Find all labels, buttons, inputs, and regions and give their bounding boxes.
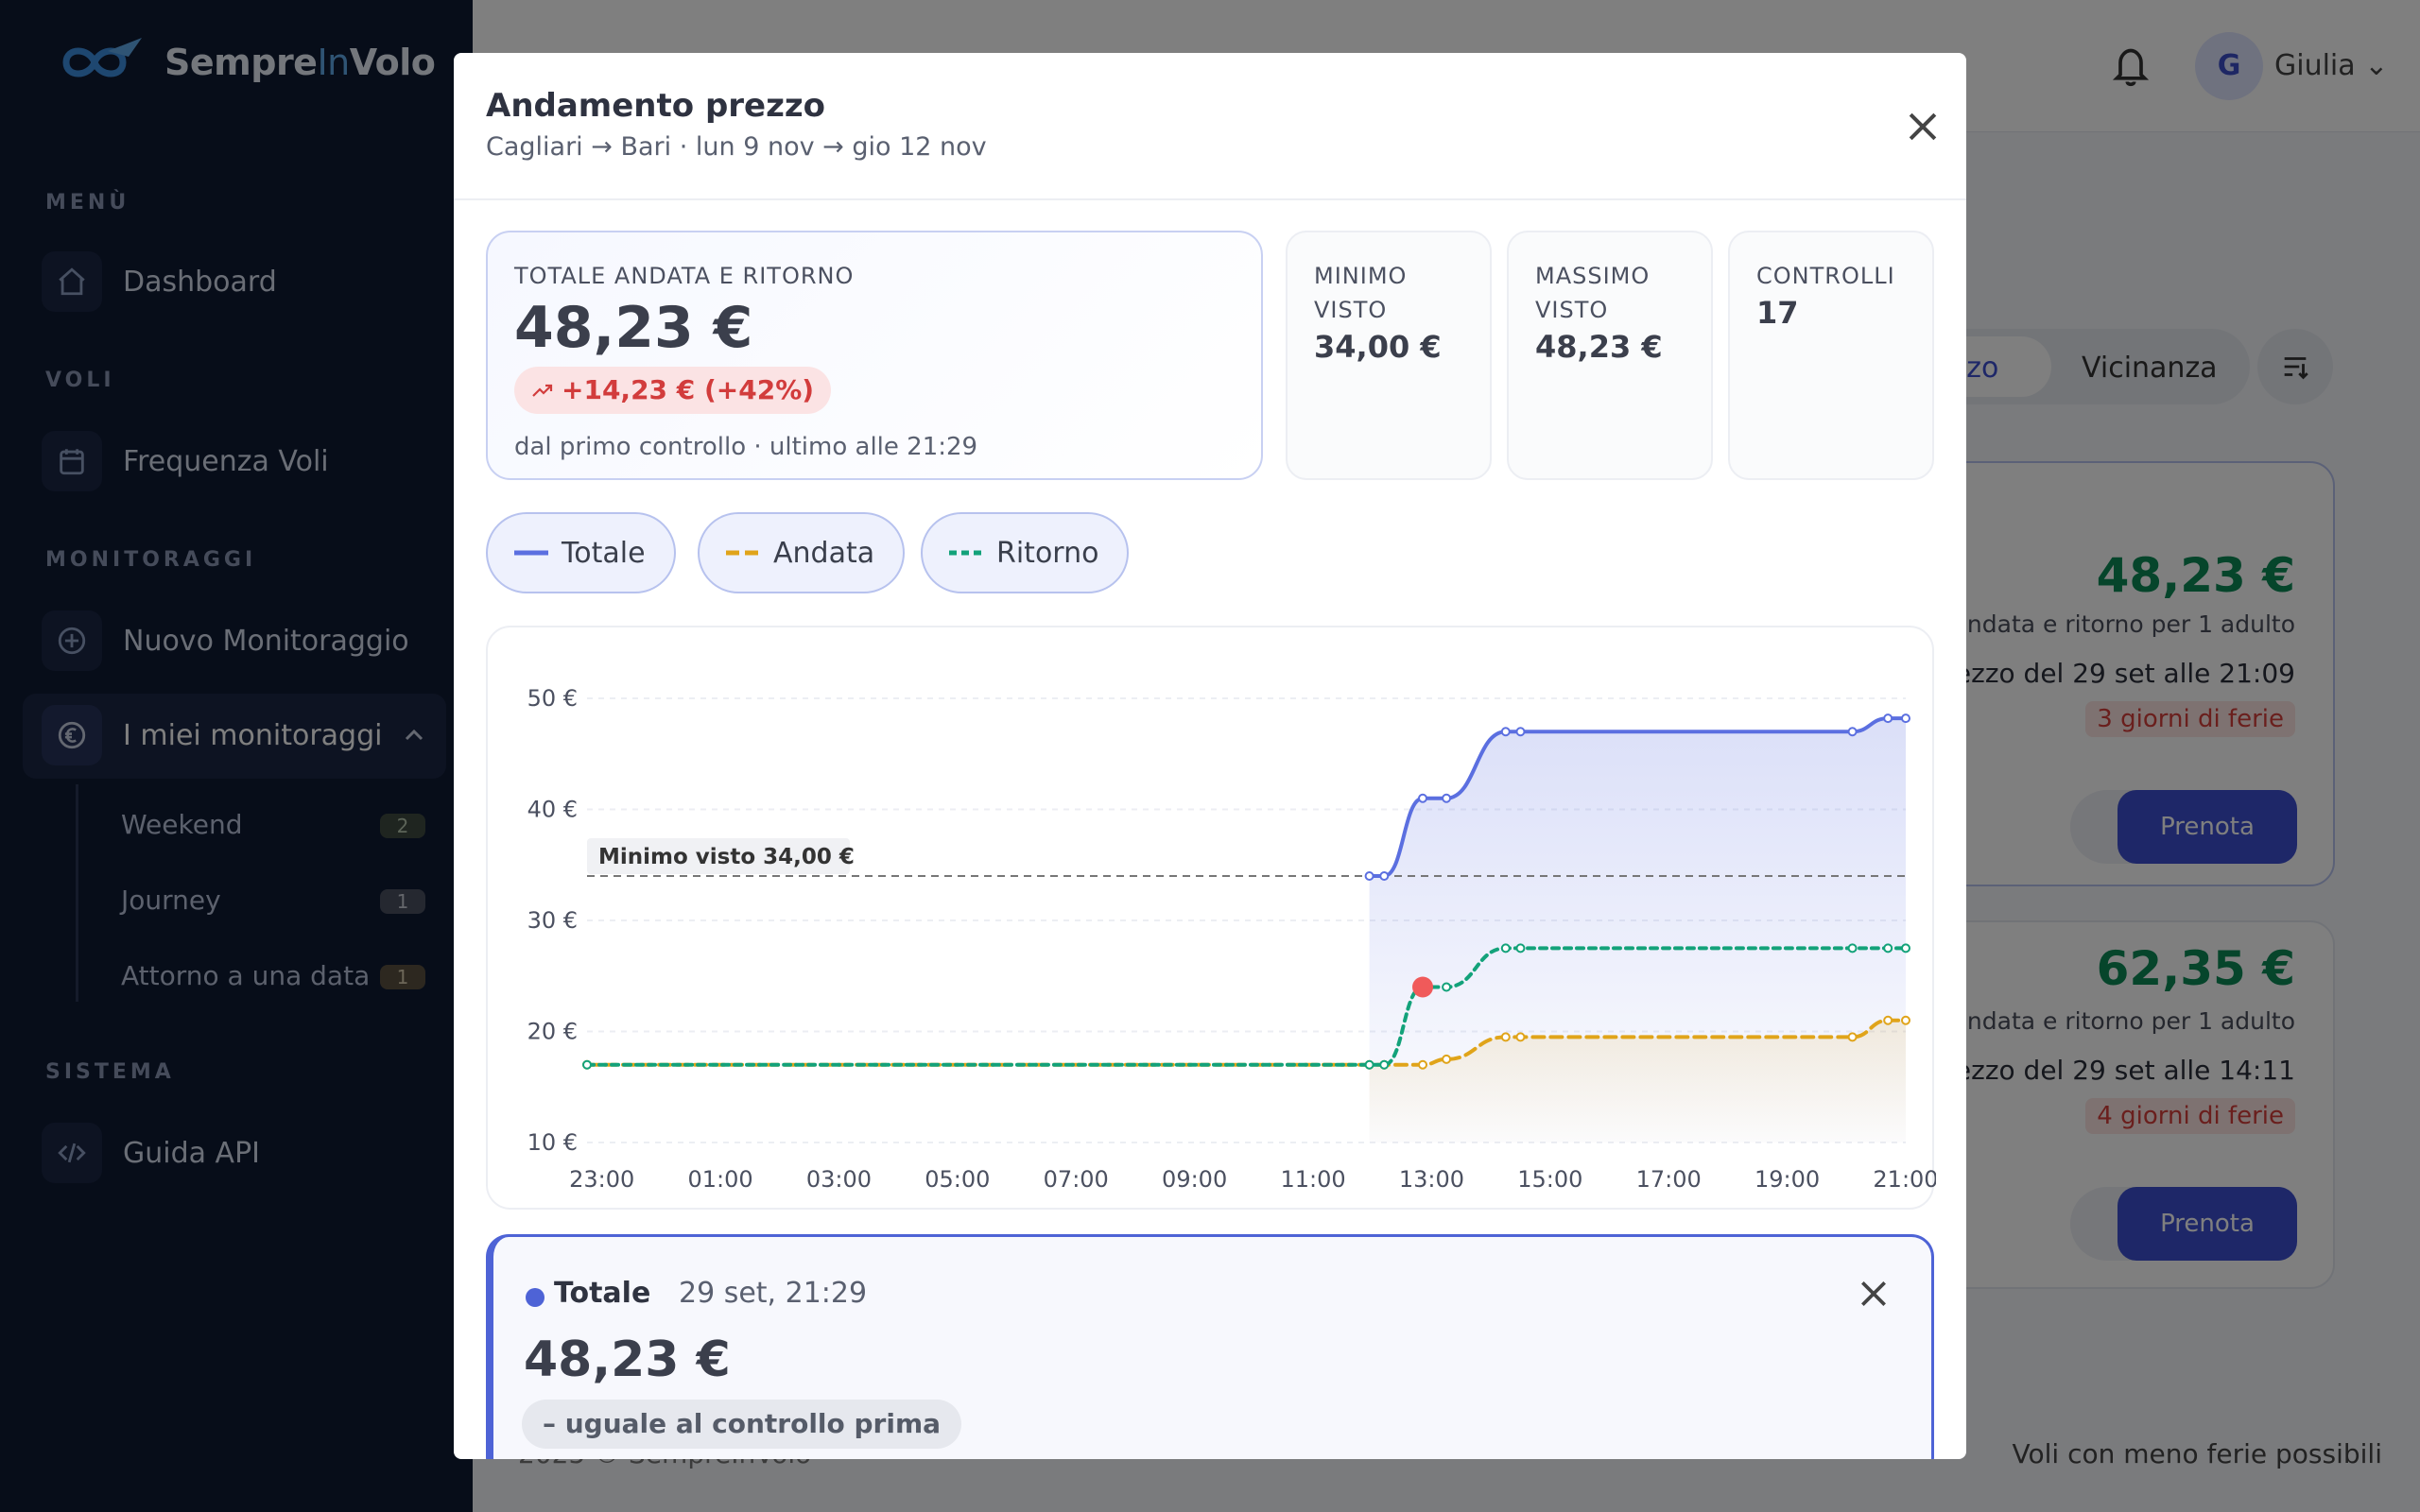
ritorno-point — [1901, 943, 1910, 954]
close-icon[interactable] — [1902, 106, 1944, 147]
x-tick-label: 17:00 — [1636, 1166, 1702, 1193]
tooltip-change-badge: – uguale al controllo prima — [522, 1400, 962, 1449]
x-tick-label: 09:00 — [1162, 1166, 1227, 1193]
y-tick-label: 50 € — [527, 685, 578, 712]
delta-badge: +14,23 € (+42%) — [514, 367, 832, 414]
solid-line-icon — [514, 550, 548, 556]
y-tick-label: 40 € — [527, 797, 578, 823]
tooltip-time: 29 set, 21:29 — [679, 1277, 868, 1310]
stat-min-value: 34,00 € — [1314, 329, 1442, 365]
highlighted-point — [1412, 976, 1434, 998]
dashed-line-icon — [726, 550, 760, 556]
ritorno-point — [1379, 1059, 1390, 1070]
andata-point — [1515, 1032, 1526, 1042]
stat-label: CONTROLLI — [1756, 263, 1895, 289]
legend-toggle-ritorno[interactable]: Ritorno — [921, 512, 1130, 593]
stat-checks: CONTROLLI 17 — [1728, 231, 1934, 480]
min-reference-label: Minimo visto 34,00 € — [598, 845, 855, 869]
x-tick-label: 01:00 — [687, 1166, 752, 1193]
totale-point — [1442, 793, 1452, 803]
legend-toggle-andata[interactable]: Andata — [698, 512, 906, 593]
close-icon[interactable] — [1855, 1275, 1893, 1313]
stat-max-value: 48,23 € — [1535, 329, 1663, 365]
ritorno-point — [1515, 943, 1526, 954]
totale-point — [1515, 727, 1526, 737]
stat-label: TOTALE ANDATA E RITORNO — [514, 263, 855, 289]
stat-total: TOTALE ANDATA E RITORNO 48,23 € +14,23 €… — [486, 231, 1263, 480]
legend-toggle-totale[interactable]: Totale — [486, 512, 676, 593]
x-tick-label: 07:00 — [1044, 1166, 1109, 1193]
price-trend-modal: Andamento prezzo Cagliari → Bari · lun 9… — [454, 53, 1966, 1459]
modal-title: Andamento prezzo — [486, 87, 826, 125]
stat-min: MINIMO VISTO 34,00 € — [1286, 231, 1492, 480]
y-tick-label: 10 € — [527, 1129, 578, 1156]
ritorno-point — [1442, 982, 1452, 992]
tooltip-price: 48,23 € — [524, 1332, 731, 1388]
modal-subtitle: Cagliari → Bari · lun 9 nov → gio 12 nov — [486, 132, 987, 162]
stat-checks-value: 17 — [1756, 295, 1799, 331]
stat-label: MASSIMO VISTO — [1535, 263, 1651, 323]
totale-point — [1847, 727, 1858, 737]
stat-since: dal primo controllo · ultimo alle 21:29 — [514, 433, 978, 461]
ritorno-point — [582, 1059, 592, 1070]
point-detail-card: Totale 29 set, 21:29 48,23 € – uguale al… — [486, 1234, 1934, 1459]
ritorno-point — [1500, 943, 1511, 954]
stat-label: MINIMO VISTO — [1314, 263, 1408, 323]
x-tick-label: 11:00 — [1280, 1166, 1345, 1193]
y-tick-label: 30 € — [527, 907, 578, 934]
ritorno-point — [1364, 1059, 1374, 1070]
x-tick-label: 03:00 — [806, 1166, 872, 1193]
y-tick-label: 20 € — [527, 1019, 578, 1045]
ritorno-point — [1883, 943, 1893, 954]
stat-max: MASSIMO VISTO 48,23 € — [1507, 231, 1713, 480]
x-tick-label: 21:00 — [1873, 1166, 1936, 1193]
x-tick-label: 19:00 — [1754, 1166, 1820, 1193]
totale-point — [1418, 793, 1428, 803]
andata-point — [1883, 1015, 1893, 1025]
andata-point — [1418, 1059, 1428, 1070]
totale-point — [1379, 871, 1390, 881]
andata-point — [1500, 1032, 1511, 1042]
trend-up-icon — [532, 384, 553, 397]
stat-total-value: 48,23 € — [514, 295, 753, 361]
x-tick-label: 13:00 — [1399, 1166, 1464, 1193]
series-dot — [526, 1288, 544, 1307]
totale-point — [1883, 713, 1893, 724]
price-chart[interactable]: 10 € 20 € 30 € 40 € 50 € 23:00 01:00 03:00 05:00… — [486, 626, 1939, 1210]
x-tick-label: 23:00 — [569, 1166, 634, 1193]
ritorno-point — [1847, 943, 1858, 954]
tooltip-series: Totale — [554, 1277, 651, 1310]
andata-point — [1901, 1015, 1910, 1025]
modal-header: Andamento prezzo Cagliari → Bari · lun 9… — [454, 53, 1966, 200]
andata-point — [1442, 1054, 1452, 1064]
totale-point — [1500, 727, 1511, 737]
price-chart-svg: 10 € 20 € 30 € 40 € 50 € 23:00 01:00 03:00 05:00… — [527, 685, 1939, 1193]
x-tick-label: 05:00 — [925, 1166, 990, 1193]
x-tick-label: 15:00 — [1517, 1166, 1582, 1193]
totale-point — [1901, 713, 1910, 724]
andata-point — [1847, 1032, 1858, 1042]
totale-point — [1364, 871, 1374, 881]
dotted-line-icon — [949, 550, 983, 556]
